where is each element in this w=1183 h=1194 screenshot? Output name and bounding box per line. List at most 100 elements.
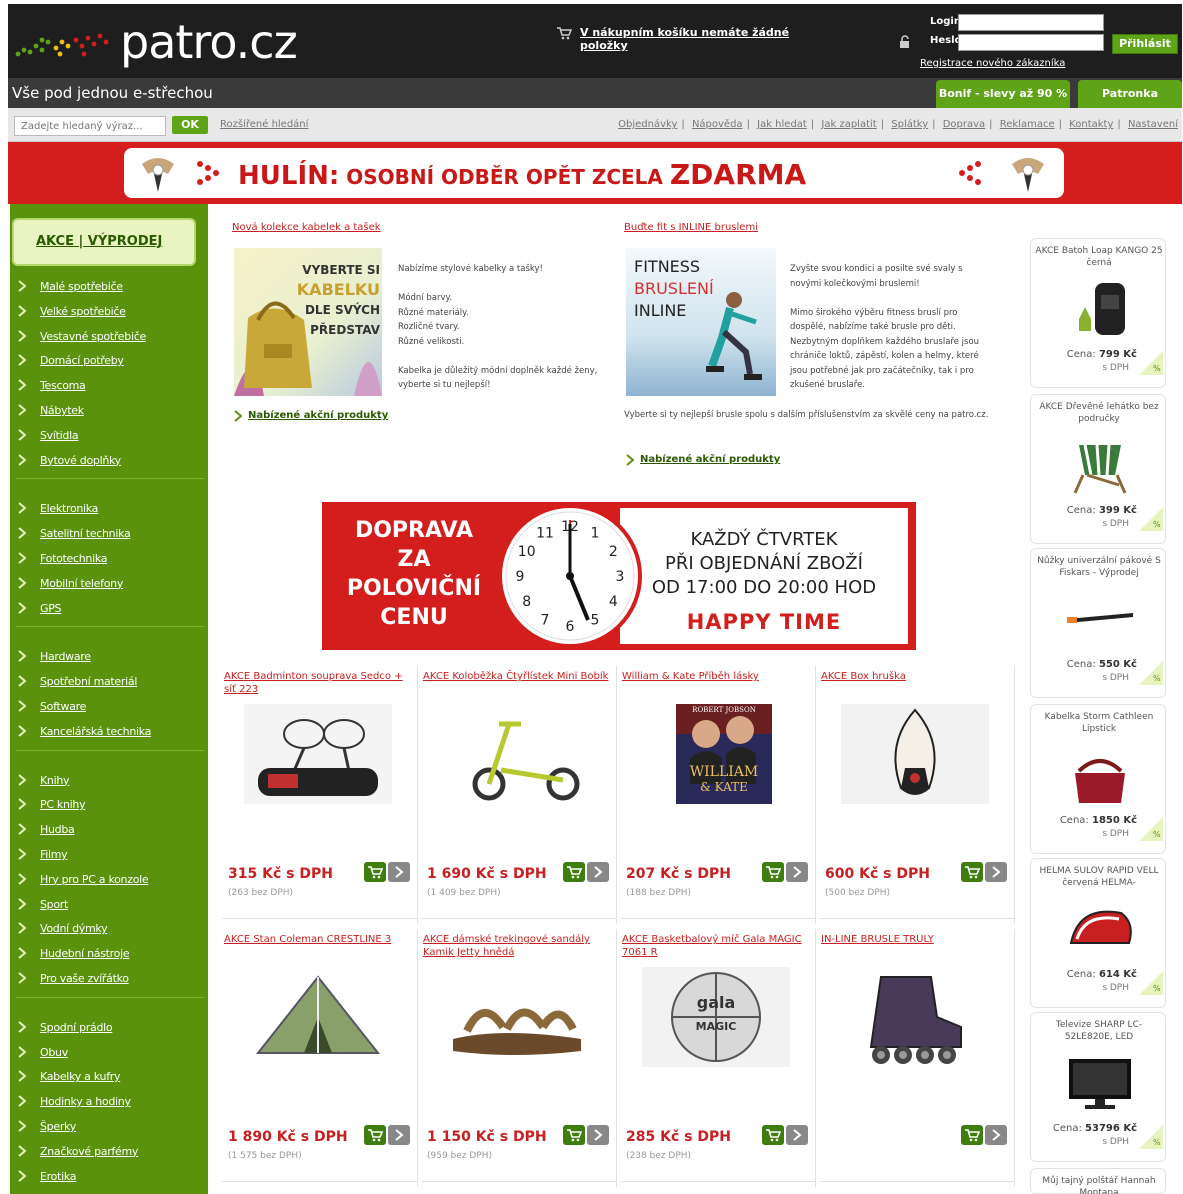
sidebar-category[interactable]: Mobilní telefony [18, 575, 208, 593]
sidebar-product[interactable]: Můj tajný polštář Hannah Montana [1030, 1168, 1166, 1194]
product-image[interactable] [244, 704, 392, 804]
patronka-button[interactable]: Patronka [1078, 80, 1182, 108]
sidebar-category[interactable]: Bytové doplňky [18, 452, 208, 470]
sidebar-product[interactable]: HELMA SULOV RAPID VELL červená HELMA- Cen… [1030, 858, 1166, 1008]
advanced-search-link[interactable]: Rozšířené hledání [220, 119, 308, 130]
product-name[interactable]: AKCE Koloběžka Čtyřlístek Mini Bobík [423, 670, 613, 683]
featured-link-inline[interactable]: Nabízené akční produkty [626, 454, 780, 466]
bonif-button[interactable]: Bonif - slevy až 90 % [936, 80, 1070, 108]
sidebar-category[interactable]: Elektronika [18, 500, 208, 518]
sidebar-product-image[interactable] [1065, 589, 1135, 649]
sidebar-category[interactable]: Satelitní technika [18, 525, 208, 543]
sidebar-category[interactable]: Nábytek [18, 402, 208, 420]
sidebar-category[interactable]: Sport [18, 896, 208, 914]
sidebar-product[interactable]: Nůžky univerzální pákové S Fiskars - Výp… [1030, 548, 1166, 698]
product-name[interactable]: William & Kate Příběh lásky [622, 670, 812, 683]
sidebar-product-title[interactable]: Kabelka Storm Cathleen Lipstick [1033, 711, 1165, 735]
product-detail-button[interactable] [388, 1125, 410, 1145]
product-image[interactable]: ROBERT JOBSON WILLIAM & KATE [642, 694, 790, 844]
product-name[interactable]: AKCE Stan Coleman CRESTLINE 3 [224, 933, 414, 946]
product-name[interactable]: IN-LINE BRUSLE TRULY [821, 933, 1011, 946]
product-image[interactable] [841, 704, 989, 804]
product-detail-button[interactable] [985, 1125, 1007, 1145]
password-input[interactable] [958, 34, 1104, 51]
sidebar-category[interactable]: Šperky [18, 1118, 208, 1136]
top-link-how-pay[interactable]: Jak zaplatit [821, 119, 876, 130]
sidebar-product-image[interactable] [1065, 279, 1135, 339]
sidebar-product-title[interactable]: AKCE Batoh Loap KANGO 25 černá [1033, 245, 1165, 269]
sidebar-category[interactable]: Vestavné spotřebiče [18, 328, 208, 346]
product-detail-button[interactable] [388, 862, 410, 882]
add-to-cart-button[interactable] [762, 862, 784, 882]
featured-image-inline[interactable]: FITNESS BRUSLENÍ INLINE [626, 248, 776, 396]
logo[interactable]: patro.cz [12, 14, 322, 70]
sidebar-product-image[interactable] [1065, 1053, 1135, 1113]
cart-link[interactable]: V nákupním košíku nemáte žádné položky [580, 26, 836, 52]
featured-image-bags[interactable]: VYBERTE SI KABELKU DLE SVÝCH PŘEDSTAV [234, 248, 382, 396]
sidebar-category[interactable]: Spotřební materiál [18, 673, 208, 691]
add-to-cart-button[interactable] [961, 1125, 983, 1145]
sidebar-category[interactable]: Knihy [18, 772, 208, 790]
sidebar-product-title[interactable]: Nůžky univerzální pákové S Fiskars - Výp… [1033, 555, 1165, 579]
sidebar-category[interactable]: Pro vaše zvířátko [18, 970, 208, 988]
sidebar-category[interactable]: Tescoma [18, 377, 208, 395]
product-name[interactable]: AKCE Badminton souprava Sedco + síť 223 [224, 670, 414, 696]
sidebar-category[interactable]: Kabelky a kufry [18, 1068, 208, 1086]
top-link-help[interactable]: Nápověda [692, 119, 743, 130]
sidebar-product-title[interactable]: Televize SHARP LC-52LE820E, LED [1033, 1019, 1165, 1043]
login-button[interactable]: Přihlásit [1112, 34, 1178, 54]
sidebar-product-title[interactable]: AKCE Dřevěné lehátko bez područky [1033, 401, 1165, 425]
featured-title-bags[interactable]: Nová kolekce kabelek a tašek [232, 222, 381, 233]
top-link-installments[interactable]: Splátky [891, 119, 928, 130]
sidebar-category[interactable]: Hudba [18, 821, 208, 839]
sidebar-category[interactable]: Spodní prádlo [18, 1019, 208, 1037]
product-detail-button[interactable] [985, 862, 1007, 882]
sidebar-category[interactable]: Software [18, 698, 208, 716]
sidebar-product[interactable]: Televize SHARP LC-52LE820E, LED Cena: 537… [1030, 1012, 1166, 1162]
promo-banner[interactable]: HULÍN: OSOBNÍ ODBĚR OPĚT ZCELA ZDARMA [8, 142, 1182, 204]
sidebar-product-title[interactable]: HELMA SULOV RAPID VELL červená HELMA- [1033, 865, 1165, 889]
cart-status[interactable]: V nákupním košíku nemáte žádné položky [556, 22, 836, 52]
sidebar-category[interactable]: PC knihy [18, 796, 208, 814]
top-link-how-search[interactable]: Jak hledat [757, 119, 807, 130]
add-to-cart-button[interactable] [364, 1125, 386, 1145]
sidebar-product-image[interactable] [1065, 899, 1135, 959]
product-detail-button[interactable] [786, 862, 808, 882]
sidebar-category[interactable]: GPS [18, 600, 208, 618]
product-detail-button[interactable] [786, 1125, 808, 1145]
sidebar-product-image[interactable] [1065, 745, 1135, 805]
sidebar-category[interactable]: Vodní dýmky [18, 920, 208, 938]
product-image[interactable] [443, 704, 591, 804]
top-link-settings[interactable]: Nastavení [1128, 119, 1178, 130]
sidebar-category[interactable]: Hry pro PC a konzole [18, 871, 208, 889]
add-to-cart-button[interactable] [563, 1125, 585, 1145]
register-link[interactable]: Registrace nového zákazníka [920, 58, 1065, 69]
product-image[interactable] [443, 967, 591, 1067]
sale-box[interactable]: AKCE | VÝPRODEJ [12, 218, 196, 266]
sidebar-category[interactable]: Domácí potřeby [18, 352, 208, 370]
sidebar-category[interactable]: Malé spotřebiče [18, 278, 208, 296]
sidebar-category[interactable]: Hodinky a hodiny [18, 1093, 208, 1111]
top-link-complaints[interactable]: Reklamace [1000, 119, 1055, 130]
product-name[interactable]: AKCE dámské trekingové sandály Kamik Jet… [423, 933, 613, 959]
product-detail-button[interactable] [587, 1125, 609, 1145]
happy-time-banner[interactable]: DOPRAVA ZA POLOVIČNÍ CENU KAŽDÝ ČTVRTEK … [322, 502, 916, 650]
sidebar-category[interactable]: Hardware [18, 648, 208, 666]
sidebar-category[interactable]: Kancelářská technika [18, 723, 208, 741]
sale-link[interactable]: AKCE | VÝPRODEJ [36, 234, 162, 249]
top-link-contacts[interactable]: Kontakty [1069, 119, 1113, 130]
sidebar-product[interactable]: Kabelka Storm Cathleen Lipstick Cena: 185… [1030, 704, 1166, 854]
sidebar-category[interactable]: Značkové parfémy [18, 1143, 208, 1161]
search-input[interactable] [14, 116, 166, 136]
sidebar-category[interactable]: Fototechnika [18, 550, 208, 568]
sidebar-category[interactable]: Filmy [18, 846, 208, 864]
featured-link-bags[interactable]: Nabízené akční produkty [234, 410, 388, 422]
product-image[interactable] [841, 967, 989, 1067]
sidebar-category[interactable]: Erotika [18, 1168, 208, 1186]
sidebar-category[interactable]: Svítidla [18, 427, 208, 445]
product-detail-button[interactable] [587, 862, 609, 882]
sidebar-product-title[interactable]: Můj tajný polštář Hannah Montana [1033, 1175, 1165, 1194]
sidebar-category[interactable]: Hudební nástroje [18, 945, 208, 963]
top-link-orders[interactable]: Objednávky [618, 119, 677, 130]
featured-title-inline[interactable]: Buďte fit s INLINE bruslemi [624, 222, 758, 233]
